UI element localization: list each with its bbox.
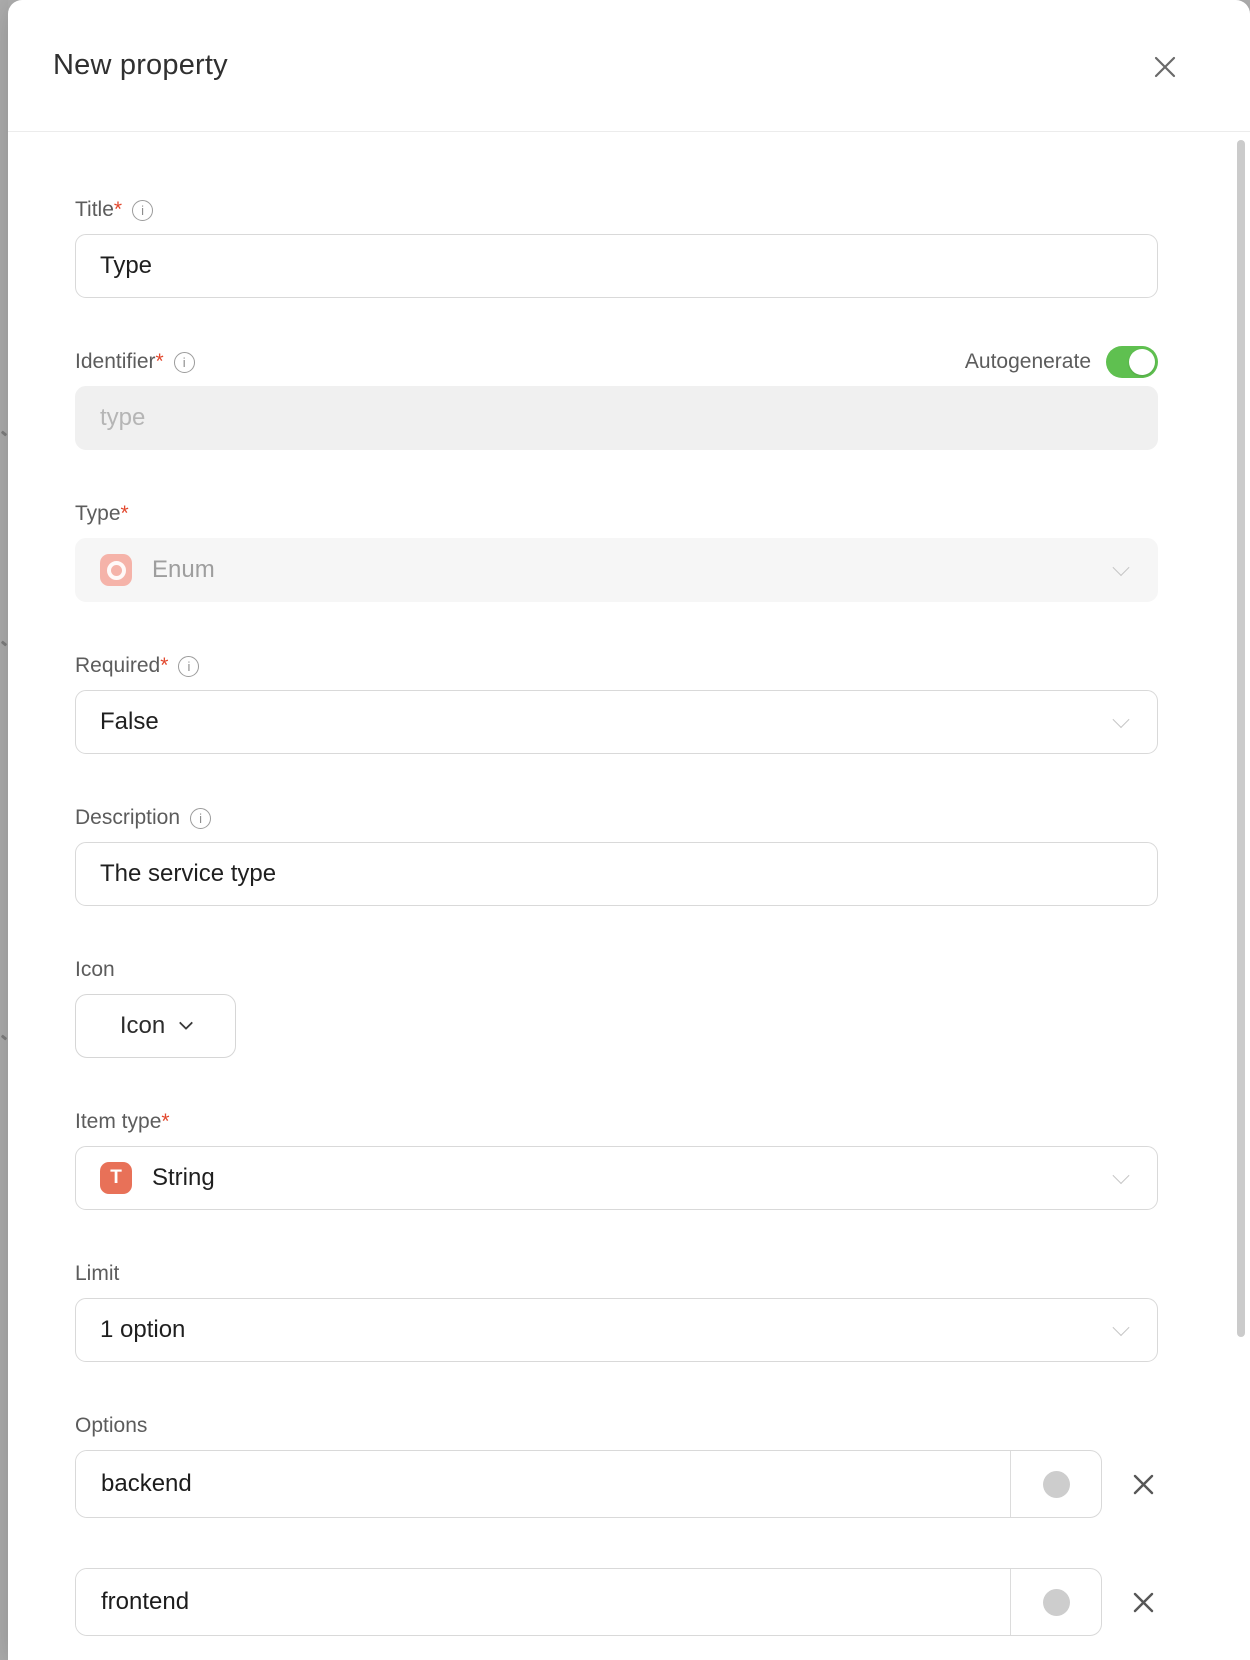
color-swatch-icon [1043,1471,1070,1498]
modal-body: Title* i Identifier* i Autogenerate [8,132,1250,1636]
required-label: Required* [75,654,168,678]
field-item-type: Item type* T String [75,1110,1250,1210]
close-icon [1152,54,1178,80]
required-asterisk: * [121,502,129,525]
modal-scrollbar[interactable] [1237,140,1245,1337]
enum-icon [100,554,132,586]
option-value-input[interactable] [76,1451,1010,1517]
description-input[interactable] [75,842,1158,906]
title-input[interactable] [75,234,1158,298]
option-value-input[interactable] [76,1569,1010,1635]
type-select-value: Enum [152,556,215,584]
backdrop-artifact [1,430,8,436]
field-options: Options [75,1414,1250,1636]
page-backdrop [0,0,8,1660]
item-type-label: Item type* [75,1110,170,1134]
color-swatch-icon [1043,1589,1070,1616]
icon-picker-label: Icon [120,1012,165,1040]
required-asterisk: * [156,350,164,373]
autogenerate-toggle[interactable] [1106,346,1158,378]
description-label: Description [75,806,180,830]
remove-option-button[interactable] [1128,1587,1158,1617]
autogenerate-label: Autogenerate [965,350,1091,374]
remove-option-button[interactable] [1128,1469,1158,1499]
option-row [75,1450,1250,1518]
option-color-picker[interactable] [1011,1451,1101,1517]
limit-label: Limit [75,1262,119,1286]
info-icon[interactable]: i [190,808,211,829]
limit-select-value: 1 option [100,1316,185,1344]
required-asterisk: * [161,1110,169,1133]
remove-icon [1132,1591,1155,1614]
chevron-down-icon [1113,1319,1130,1336]
info-icon[interactable]: i [174,352,195,373]
chevron-down-icon [1113,711,1130,728]
chevron-down-icon [1113,1167,1130,1184]
icon-label: Icon [75,958,115,982]
field-description: Description i [75,806,1250,906]
identifier-input [75,386,1158,450]
field-type: Type* Enum [75,502,1250,602]
info-icon[interactable]: i [132,200,153,221]
option-color-picker[interactable] [1011,1569,1101,1635]
chevron-down-icon [179,1016,193,1030]
modal-header: New property [8,0,1250,132]
backdrop-artifact [1,640,8,646]
field-required: Required* i False [75,654,1250,754]
chevron-down-icon [1113,559,1130,576]
string-type-icon: T [100,1162,132,1194]
icon-picker-button[interactable]: Icon [75,994,236,1058]
close-button[interactable] [1148,50,1182,84]
identifier-label: Identifier* [75,350,164,374]
title-label: Title* [75,198,122,222]
option-row [75,1568,1250,1636]
item-type-select[interactable]: T String [75,1146,1158,1210]
backdrop-artifact [1,1034,8,1040]
toggle-knob-icon [1129,349,1155,375]
required-asterisk: * [114,198,122,221]
field-title: Title* i [75,198,1250,298]
required-asterisk: * [160,654,168,677]
remove-icon [1132,1473,1155,1496]
modal-title: New property [53,49,228,82]
required-select[interactable]: False [75,690,1158,754]
limit-select[interactable]: 1 option [75,1298,1158,1362]
info-icon[interactable]: i [178,656,199,677]
field-identifier: Identifier* i Autogenerate [75,350,1250,450]
new-property-modal: New property Title* i Identifier* i [8,0,1250,1660]
field-limit: Limit 1 option [75,1262,1250,1362]
field-icon: Icon Icon [75,958,1250,1058]
item-type-select-value: String [152,1164,215,1192]
required-select-value: False [100,708,159,736]
type-select: Enum [75,538,1158,602]
options-label: Options [75,1414,147,1438]
type-label: Type* [75,502,129,526]
